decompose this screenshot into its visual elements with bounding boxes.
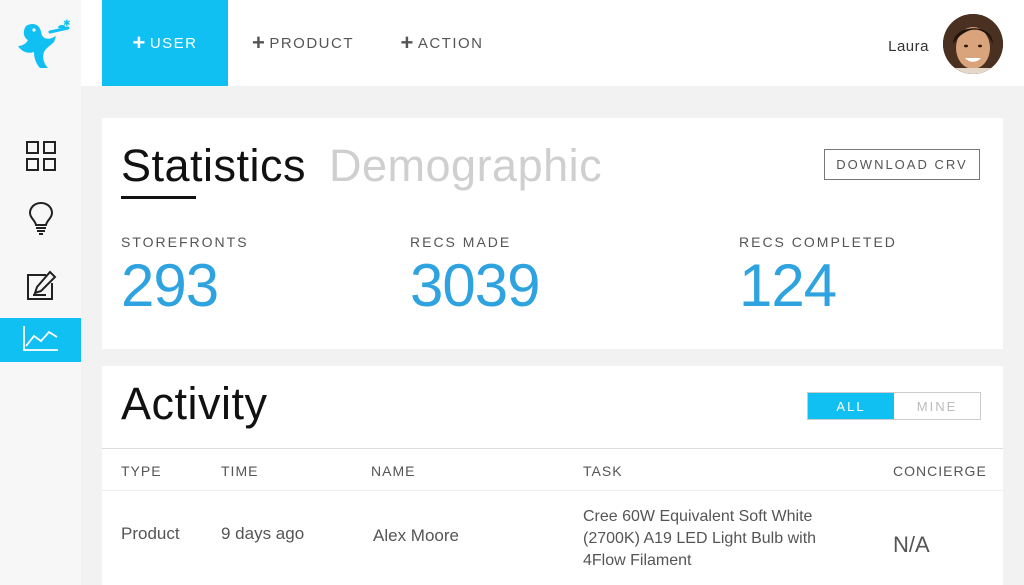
tab-product-label: PRODUCT	[269, 34, 355, 52]
lightbulb-icon	[28, 201, 54, 240]
tab-user[interactable]: + USER	[102, 0, 228, 86]
cell-name: Alex Moore	[373, 526, 459, 545]
sidebar-item-edit[interactable]	[0, 266, 81, 310]
metric-label-recs-completed: RECS COMPLETED	[739, 234, 897, 250]
statistics-card: Statistics Demographic DOWNLOAD CRV STOR…	[102, 118, 1003, 349]
grid-icon	[25, 140, 57, 177]
metric-value-recs-made: 3039	[410, 252, 540, 319]
active-tab-underline	[121, 196, 196, 199]
plus-icon: +	[251, 30, 267, 55]
filter-mine-button[interactable]: MINE	[894, 393, 980, 419]
activity-title: Activity	[121, 378, 268, 429]
sidebar-item-dashboard[interactable]	[0, 136, 81, 180]
metric-value-recs-completed: 124	[739, 252, 837, 319]
metric-value-storefronts: 293	[121, 252, 219, 319]
activity-card: Activity ALL MINE TYPE TIME NAME TASK CO…	[102, 366, 1003, 585]
filter-all-button[interactable]: ALL	[808, 393, 894, 419]
column-header-time[interactable]: TIME	[221, 463, 258, 479]
sidebar: ✱	[0, 0, 81, 585]
chart-line-icon	[22, 324, 60, 357]
svg-text:✱: ✱	[63, 19, 71, 29]
avatar[interactable]	[943, 14, 1003, 74]
sidebar-item-statistics[interactable]	[0, 318, 81, 362]
user-name[interactable]: Laura	[888, 38, 929, 55]
table-header: TYPE TIME NAME TASK CONCIERGE	[102, 448, 1003, 491]
plus-icon: +	[132, 30, 147, 55]
activity-filter-toggle: ALL MINE	[807, 392, 981, 420]
cell-task: Cree 60W Equivalent Soft White (2700K) A…	[583, 508, 817, 569]
metric-label-recs-made: RECS MADE	[410, 234, 512, 250]
column-header-type[interactable]: TYPE	[121, 463, 162, 479]
column-header-task[interactable]: TASK	[583, 463, 623, 479]
column-header-name[interactable]: NAME	[371, 463, 415, 479]
metric-label-storefronts: STOREFRONTS	[121, 234, 249, 250]
tab-demographic[interactable]: Demographic	[329, 140, 602, 192]
penguin-logo[interactable]: ✱	[14, 18, 72, 72]
tab-action[interactable]: + ACTION	[387, 0, 497, 86]
tab-action-label: ACTION	[417, 34, 484, 52]
edit-icon	[24, 269, 58, 308]
cell-concierge: N/A	[893, 532, 930, 557]
cell-time: 9 days ago	[221, 524, 305, 543]
tab-user-label: USER	[149, 34, 198, 52]
plus-icon: +	[400, 30, 415, 55]
cell-type: Product	[121, 524, 180, 543]
tab-statistics[interactable]: Statistics	[121, 140, 306, 192]
tab-product[interactable]: + PRODUCT	[243, 0, 363, 86]
column-header-concierge[interactable]: CONCIERGE	[893, 463, 987, 479]
download-crv-button[interactable]: DOWNLOAD CRV	[824, 149, 980, 180]
sidebar-item-ideas[interactable]	[0, 198, 81, 242]
top-bar: + USER + PRODUCT + ACTION Laura	[81, 0, 1024, 86]
